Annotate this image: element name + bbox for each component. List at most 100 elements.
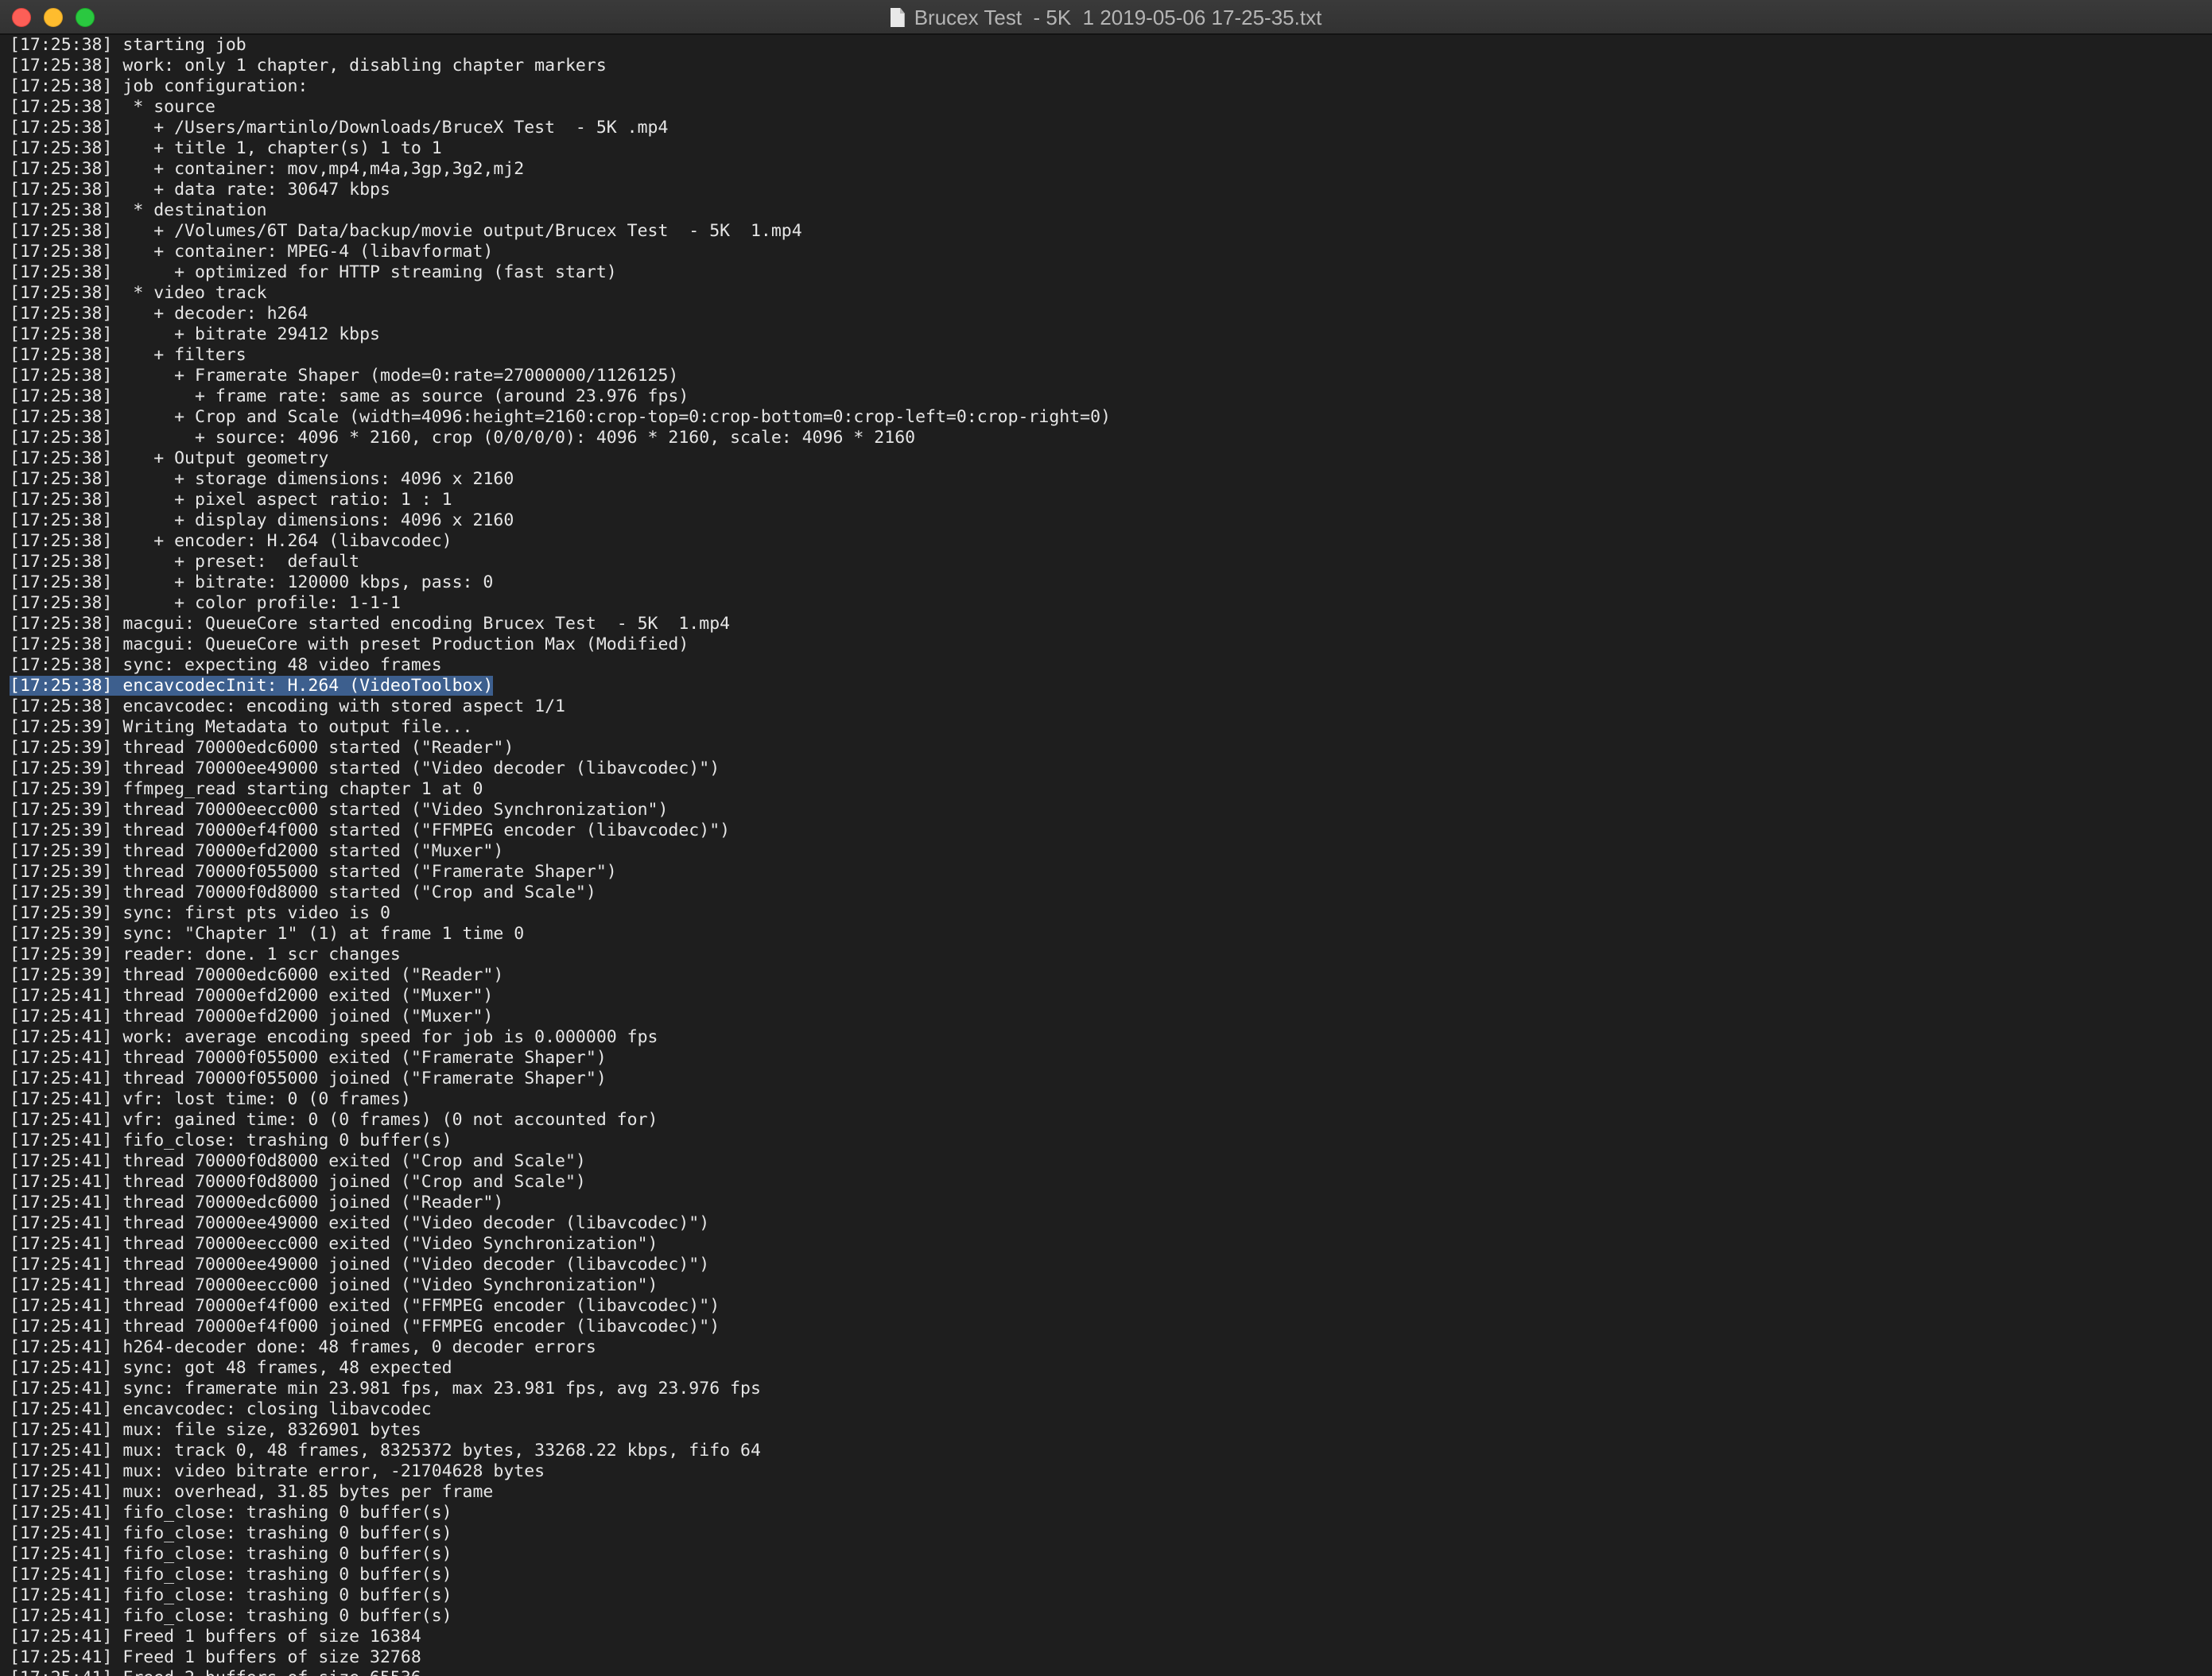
log-line[interactable]: [17:25:39] Writing Metadata to output fi… [10, 717, 2204, 738]
log-line[interactable]: [17:25:41] Freed 1 buffers of size 16384 [10, 1627, 2204, 1647]
log-line[interactable]: [17:25:38] + Framerate Shaper (mode=0:ra… [10, 366, 2204, 386]
log-text-area[interactable]: [17:25:38] starting job [17:25:38] work: … [10, 35, 2204, 1676]
log-line-text: [17:25:38] encavcodec: encoding with sto… [10, 696, 565, 716]
log-line[interactable]: [17:25:38] job configuration: [10, 76, 2204, 97]
log-line[interactable]: [17:25:38] * video track [10, 283, 2204, 304]
zoom-window-button[interactable] [76, 8, 95, 27]
log-line[interactable]: [17:25:41] thread 70000eecc000 exited ("… [10, 1234, 2204, 1255]
log-line-selected[interactable]: [17:25:38] encavcodecInit: H.264 (VideoT… [10, 676, 2204, 696]
log-line[interactable]: [17:25:38] + filters [10, 345, 2204, 366]
log-line[interactable]: [17:25:38] + frame rate: same as source … [10, 386, 2204, 407]
log-line[interactable]: [17:25:41] sync: got 48 frames, 48 expec… [10, 1358, 2204, 1379]
log-line[interactable]: [17:25:39] sync: "Chapter 1" (1) at fram… [10, 924, 2204, 945]
close-window-button[interactable] [12, 8, 31, 27]
log-line[interactable]: [17:25:38] + encoder: H.264 (libavcodec) [10, 531, 2204, 552]
log-line[interactable]: [17:25:41] fifo_close: trashing 0 buffer… [10, 1606, 2204, 1627]
log-line[interactable]: [17:25:38] + source: 4096 * 2160, crop (… [10, 428, 2204, 448]
log-line[interactable]: [17:25:41] thread 70000eecc000 joined ("… [10, 1275, 2204, 1296]
log-line[interactable]: [17:25:38] + bitrate: 120000 kbps, pass:… [10, 572, 2204, 593]
log-line-text: [17:25:38] macgui: QueueCore with preset… [10, 634, 689, 654]
log-line-text: [17:25:41] fifo_close: trashing 0 buffer… [10, 1131, 452, 1150]
log-line[interactable]: [17:25:38] * destination [10, 200, 2204, 221]
log-line[interactable]: [17:25:41] thread 70000edc6000 joined ("… [10, 1193, 2204, 1213]
log-line[interactable]: [17:25:38] + storage dimensions: 4096 x … [10, 469, 2204, 490]
log-line[interactable]: [17:25:38] encavcodec: encoding with sto… [10, 696, 2204, 717]
log-line-text: [17:25:38] + Framerate Shaper (mode=0:ra… [10, 366, 679, 386]
log-line[interactable]: [17:25:39] thread 70000eecc000 started (… [10, 800, 2204, 821]
minimize-window-button[interactable] [44, 8, 63, 27]
log-line-text: [17:25:41] thread 70000ee49000 exited ("… [10, 1213, 710, 1233]
log-line[interactable]: [17:25:38] + container: MPEG-4 (libavfor… [10, 242, 2204, 262]
log-line[interactable]: [17:25:41] h264-decoder done: 48 frames,… [10, 1337, 2204, 1358]
document-icon [890, 8, 905, 27]
log-line[interactable]: [17:25:38] starting job [10, 35, 2204, 56]
log-line[interactable]: [17:25:41] Freed 2 buffers of size 65536 [10, 1668, 2204, 1676]
log-line[interactable]: [17:25:41] thread 70000ef4f000 exited ("… [10, 1296, 2204, 1317]
log-line[interactable]: [17:25:38] + Output geometry [10, 448, 2204, 469]
log-line[interactable]: [17:25:41] thread 70000f055000 exited ("… [10, 1048, 2204, 1069]
log-line[interactable]: [17:25:41] thread 70000ee49000 joined ("… [10, 1255, 2204, 1275]
log-line[interactable]: [17:25:41] fifo_close: trashing 0 buffer… [10, 1503, 2204, 1523]
log-line[interactable]: [17:25:38] + /Users/martinlo/Downloads/B… [10, 118, 2204, 138]
log-line[interactable]: [17:25:41] mux: track 0, 48 frames, 8325… [10, 1441, 2204, 1461]
log-line[interactable]: [17:25:39] ffmpeg_read starting chapter … [10, 779, 2204, 800]
log-line[interactable]: [17:25:39] thread 70000efd2000 started (… [10, 841, 2204, 862]
log-line[interactable]: [17:25:38] sync: expecting 48 video fram… [10, 655, 2204, 676]
log-line[interactable]: [17:25:38] + pixel aspect ratio: 1 : 1 [10, 490, 2204, 510]
log-line[interactable]: [17:25:39] thread 70000edc6000 exited ("… [10, 965, 2204, 986]
log-line[interactable]: [17:25:38] macgui: QueueCore started enc… [10, 614, 2204, 634]
log-line-text: [17:25:41] thread 70000f0d8000 exited ("… [10, 1151, 586, 1171]
log-line[interactable]: [17:25:41] thread 70000f055000 joined ("… [10, 1069, 2204, 1089]
log-line[interactable]: [17:25:39] thread 70000f055000 started (… [10, 862, 2204, 883]
log-line-text: [17:25:41] thread 70000eecc000 joined ("… [10, 1275, 658, 1295]
log-line-text: [17:25:39] ffmpeg_read starting chapter … [10, 779, 483, 799]
log-line[interactable]: [17:25:38] work: only 1 chapter, disabli… [10, 56, 2204, 76]
log-line[interactable]: [17:25:41] fifo_close: trashing 0 buffer… [10, 1544, 2204, 1565]
log-line[interactable]: [17:25:41] thread 70000ef4f000 joined ("… [10, 1317, 2204, 1337]
log-line[interactable]: [17:25:41] fifo_close: trashing 0 buffer… [10, 1131, 2204, 1151]
log-line[interactable]: [17:25:41] thread 70000efd2000 joined ("… [10, 1007, 2204, 1027]
log-line[interactable]: [17:25:41] sync: framerate min 23.981 fp… [10, 1379, 2204, 1399]
log-line[interactable]: [17:25:39] reader: done. 1 scr changes [10, 945, 2204, 965]
log-line[interactable]: [17:25:41] fifo_close: trashing 0 buffer… [10, 1523, 2204, 1544]
log-line[interactable]: [17:25:39] thread 70000edc6000 started (… [10, 738, 2204, 758]
log-line[interactable]: [17:25:41] vfr: gained time: 0 (0 frames… [10, 1110, 2204, 1131]
log-line[interactable]: [17:25:41] thread 70000f0d8000 joined ("… [10, 1172, 2204, 1193]
log-line[interactable]: [17:25:41] work: average encoding speed … [10, 1027, 2204, 1048]
log-line-text: [17:25:38] + /Volumes/6T Data/backup/mov… [10, 221, 802, 241]
log-line[interactable]: [17:25:38] + container: mov,mp4,m4a,3gp,… [10, 159, 2204, 180]
log-line[interactable]: [17:25:38] + optimized for HTTP streamin… [10, 262, 2204, 283]
log-line[interactable]: [17:25:38] + decoder: h264 [10, 304, 2204, 324]
log-line[interactable]: [17:25:41] fifo_close: trashing 0 buffer… [10, 1565, 2204, 1585]
log-line-text: [17:25:41] work: average encoding speed … [10, 1027, 658, 1047]
log-line[interactable]: [17:25:41] mux: overhead, 31.85 bytes pe… [10, 1482, 2204, 1503]
log-line[interactable]: [17:25:41] thread 70000efd2000 exited ("… [10, 986, 2204, 1007]
log-line[interactable]: [17:25:38] + title 1, chapter(s) 1 to 1 [10, 138, 2204, 159]
log-line[interactable]: [17:25:38] macgui: QueueCore with preset… [10, 634, 2204, 655]
log-line[interactable]: [17:25:41] fifo_close: trashing 0 buffer… [10, 1585, 2204, 1606]
log-line[interactable]: [17:25:41] thread 70000ee49000 exited ("… [10, 1213, 2204, 1234]
log-line[interactable]: [17:25:38] + color profile: 1-1-1 [10, 593, 2204, 614]
log-line[interactable]: [17:25:41] mux: file size, 8326901 bytes [10, 1420, 2204, 1441]
log-line[interactable]: [17:25:38] + bitrate 29412 kbps [10, 324, 2204, 345]
log-line[interactable]: [17:25:39] thread 70000f0d8000 started (… [10, 883, 2204, 903]
log-line[interactable]: [17:25:38] + display dimensions: 4096 x … [10, 510, 2204, 531]
log-line[interactable]: [17:25:38] + data rate: 30647 kbps [10, 180, 2204, 200]
log-line[interactable]: [17:25:41] thread 70000f0d8000 exited ("… [10, 1151, 2204, 1172]
log-line[interactable]: [17:25:38] * source [10, 97, 2204, 118]
log-line[interactable]: [17:25:41] mux: video bitrate error, -21… [10, 1461, 2204, 1482]
log-line-text: [17:25:38] + storage dimensions: 4096 x … [10, 469, 514, 489]
log-line[interactable]: [17:25:39] sync: first pts video is 0 [10, 903, 2204, 924]
log-line[interactable]: [17:25:39] thread 70000ee49000 started (… [10, 758, 2204, 779]
log-line[interactable]: [17:25:41] Freed 1 buffers of size 32768 [10, 1647, 2204, 1668]
log-line-text: [17:25:38] + optimized for HTTP streamin… [10, 262, 617, 282]
log-line[interactable]: [17:25:38] + Crop and Scale (width=4096:… [10, 407, 2204, 428]
title-bar[interactable]: Brucex Test - 5K 1 2019-05-06 17-25-35.t… [0, 0, 2212, 35]
log-line[interactable]: [17:25:39] thread 70000ef4f000 started (… [10, 821, 2204, 841]
log-line[interactable]: [17:25:41] vfr: lost time: 0 (0 frames) [10, 1089, 2204, 1110]
log-line[interactable]: [17:25:38] + /Volumes/6T Data/backup/mov… [10, 221, 2204, 242]
log-line[interactable]: [17:25:41] encavcodec: closing libavcode… [10, 1399, 2204, 1420]
text-editor-window: Brucex Test - 5K 1 2019-05-06 17-25-35.t… [0, 0, 2212, 1676]
log-line[interactable]: [17:25:38] + preset: default [10, 552, 2204, 572]
log-line-text: [17:25:41] fifo_close: trashing 0 buffer… [10, 1606, 452, 1626]
